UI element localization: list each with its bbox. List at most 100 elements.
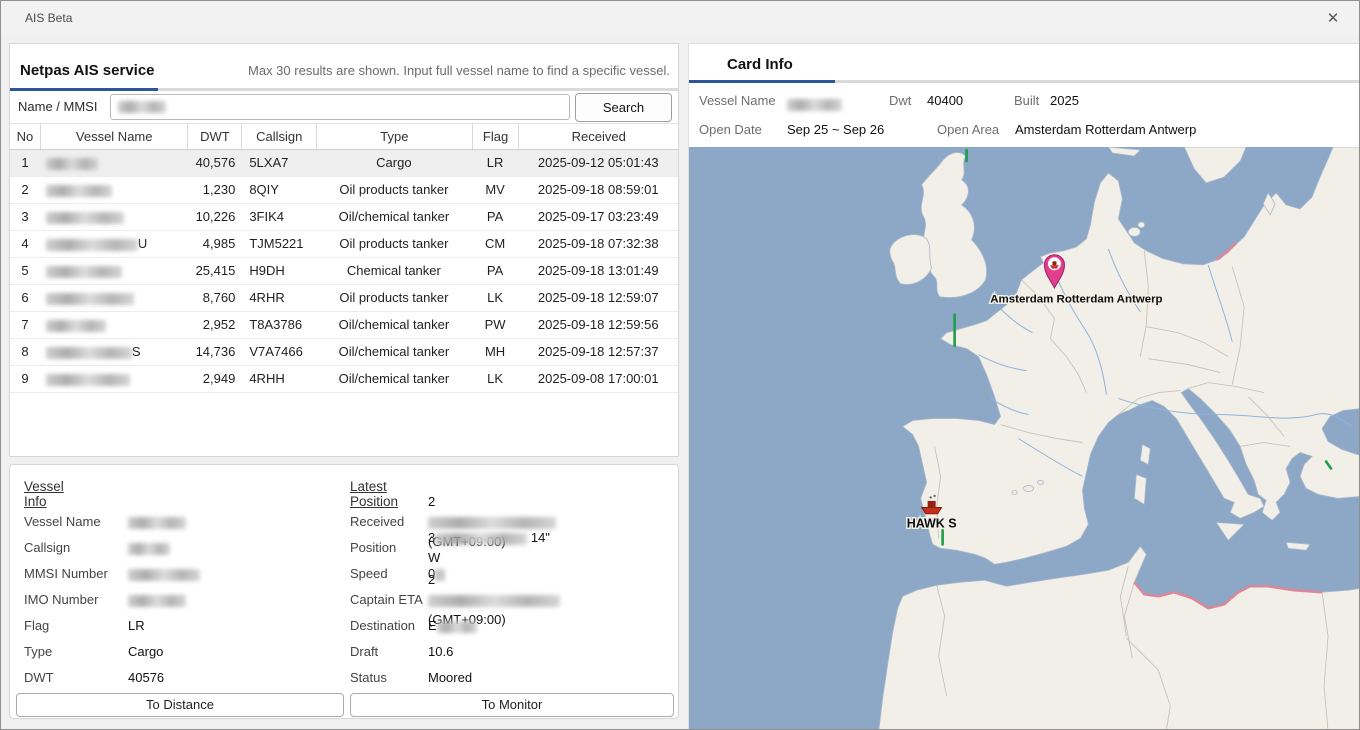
map-island-funen xyxy=(1138,222,1145,228)
row-no: 9 xyxy=(10,366,40,392)
column-header-callsign[interactable]: Callsign xyxy=(241,124,316,149)
table-row[interactable]: 310,2263FIK4Oil/chemical tankerPA2025-09… xyxy=(10,204,678,231)
info-row: Captain ETA2 (GMT+09:00) xyxy=(350,587,560,613)
map[interactable]: Amsterdam Rotterdam Antwerp HAWK S xyxy=(689,147,1360,730)
row-callsign: V7A7466 xyxy=(241,339,316,365)
row-dwt: 2,952 xyxy=(187,312,241,338)
table-row[interactable]: 68,7604RHROil products tankerLK2025-09-1… xyxy=(10,285,678,312)
info-row: IMO Number xyxy=(24,587,200,613)
search-input[interactable] xyxy=(110,94,570,120)
redacted-vessel-name xyxy=(46,185,112,197)
redacted-vessel-name xyxy=(46,158,98,170)
row-vessel-name xyxy=(40,285,188,311)
card-info-panel: Card Info Vessel Name Dwt 40400 Built 20… xyxy=(688,43,1360,730)
table-row[interactable]: 92,9494RHHOil/chemical tankerLK2025-09-0… xyxy=(10,366,678,393)
info-value-text: Cargo xyxy=(128,644,163,659)
row-received: 2025-09-18 12:59:07 xyxy=(519,285,679,311)
row-type: Oil/chemical tanker xyxy=(316,366,472,392)
row-flag: LR xyxy=(472,150,519,176)
row-no: 6 xyxy=(10,285,40,311)
redacted-vessel-name xyxy=(46,293,134,305)
row-callsign: H9DH xyxy=(241,258,316,284)
row-received: 2025-09-18 08:59:01 xyxy=(519,177,679,203)
table-row[interactable]: 8S14,736V7A7466Oil/chemical tankerMH2025… xyxy=(10,339,678,366)
row-type: Oil/chemical tanker xyxy=(316,339,472,365)
row-dwt: 8,760 xyxy=(187,285,241,311)
latest-position-heading: Latest Position xyxy=(350,479,398,509)
vessel-info-items: Vessel NameCallsignMMSI NumberIMO Number… xyxy=(24,509,200,691)
row-callsign: 4RHH xyxy=(241,366,316,392)
card-info-underline xyxy=(689,80,1359,83)
column-header-dwt[interactable]: DWT xyxy=(187,124,241,149)
table-row[interactable]: 525,415H9DHChemical tankerPA2025-09-18 1… xyxy=(10,258,678,285)
row-vessel-name: U xyxy=(40,231,188,257)
titlebar: AIS Beta ✕ xyxy=(1,1,1359,36)
card-vessel-name-label: Vessel Name xyxy=(699,91,776,111)
left-tab-row: Netpas AIS service Max 30 results are sh… xyxy=(10,44,678,88)
row-dwt: 2,949 xyxy=(187,366,241,392)
info-row: MMSI Number xyxy=(24,561,200,587)
row-dwt: 4,985 xyxy=(187,231,241,257)
tab-card-info[interactable]: Card Info xyxy=(727,56,793,73)
table-row[interactable]: 21,2308QIYOil products tankerMV2025-09-1… xyxy=(10,177,678,204)
search-label: Name / MMSI xyxy=(18,91,97,123)
info-value-prefix: E xyxy=(428,618,437,633)
redacted-value xyxy=(437,621,477,633)
ais-search-panel: Netpas AIS service Max 30 results are sh… xyxy=(9,43,679,457)
to-distance-button[interactable]: To Distance xyxy=(16,693,344,717)
table-row[interactable]: 4U4,985TJM5221Oil products tankerCM2025-… xyxy=(10,231,678,258)
row-received: 2025-09-18 12:59:56 xyxy=(519,312,679,338)
row-dwt: 10,226 xyxy=(187,204,241,230)
ais-window: AIS Beta ✕ Netpas AIS service Max 30 res… xyxy=(0,0,1360,730)
row-no: 4 xyxy=(10,231,40,257)
table-row[interactable]: 72,952T8A3786Oil/chemical tankerPW2025-0… xyxy=(10,312,678,339)
card-open-date-value: Sep 25 ~ Sep 26 xyxy=(787,120,884,140)
row-vessel-name xyxy=(40,150,188,176)
row-no: 3 xyxy=(10,204,40,230)
column-header-name[interactable]: Vessel Name xyxy=(40,124,188,149)
tab-netpas-ais-service[interactable]: Netpas AIS service xyxy=(20,62,155,79)
row-received: 2025-09-17 03:23:49 xyxy=(519,204,679,230)
redacted-vessel-name xyxy=(46,212,124,224)
table-row[interactable]: 140,5765LXA7CargoLR2025-09-12 05:01:43 xyxy=(10,150,678,177)
redacted-vessel-name xyxy=(46,347,132,359)
row-callsign: T8A3786 xyxy=(241,312,316,338)
row-dwt: 1,230 xyxy=(187,177,241,203)
column-header-flag[interactable]: Flag xyxy=(472,124,519,149)
card-open-area-label: Open Area xyxy=(937,120,999,140)
row-received: 2025-09-08 17:00:01 xyxy=(519,366,679,392)
close-icon[interactable]: ✕ xyxy=(1321,8,1345,30)
row-vessel-name: S xyxy=(40,339,188,365)
info-row: Position3 14" W xyxy=(350,535,560,561)
info-value-text: 40576 xyxy=(128,670,164,685)
info-value-prefix: 2 xyxy=(428,572,435,587)
column-header-type[interactable]: Type xyxy=(316,124,472,149)
column-header-received[interactable]: Received xyxy=(518,124,678,149)
redacted-value xyxy=(128,517,186,529)
vessel-table-body: 140,5765LXA7CargoLR2025-09-12 05:01:4321… xyxy=(10,150,678,393)
destination-label: Amsterdam Rotterdam Antwerp xyxy=(990,294,1162,306)
row-dwt: 40,576 xyxy=(187,150,241,176)
info-label: Flag xyxy=(24,616,128,636)
search-button[interactable]: Search xyxy=(575,93,672,122)
map-island-zealand xyxy=(1128,227,1140,236)
info-label: Draft xyxy=(350,642,428,662)
row-flag: MV xyxy=(472,177,519,203)
to-monitor-button[interactable]: To Monitor xyxy=(350,693,674,717)
row-vessel-name xyxy=(40,366,188,392)
row-type: Oil/chemical tanker xyxy=(316,312,472,338)
row-received: 2025-09-12 05:01:43 xyxy=(519,150,679,176)
row-received: 2025-09-18 07:32:38 xyxy=(519,231,679,257)
info-row: StatusMoored xyxy=(350,665,560,691)
card-built-value: 2025 xyxy=(1050,91,1079,111)
card-info-underline-active xyxy=(689,80,835,83)
info-label: MMSI Number xyxy=(24,564,128,584)
info-label: Vessel Name xyxy=(24,512,128,532)
europe-map-svg: Amsterdam Rotterdam Antwerp HAWK S xyxy=(689,147,1360,730)
vessel-label: HAWK S xyxy=(907,516,957,530)
info-value: Moored xyxy=(428,668,472,688)
info-row: Vessel Name xyxy=(24,509,200,535)
redacted-vessel-name xyxy=(46,266,122,278)
column-header-no[interactable]: No xyxy=(10,124,40,149)
row-type: Oil/chemical tanker xyxy=(316,204,472,230)
